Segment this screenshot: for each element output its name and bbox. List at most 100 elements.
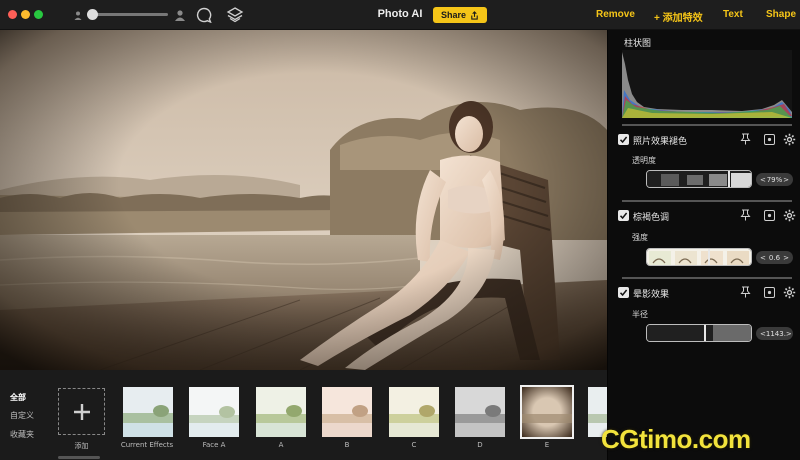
fade-effect-title: 照片效果褪色 [633, 137, 688, 147]
sepia-checkbox[interactable] [618, 210, 629, 221]
layers-icon[interactable] [226, 6, 244, 24]
histogram [622, 50, 792, 118]
share-icon [471, 10, 478, 20]
increment-icon[interactable]: > [783, 176, 789, 184]
fade-effect-header: 照片效果褪色 [618, 133, 796, 148]
preset-thumbnail[interactable] [123, 387, 173, 437]
app-title: Photo AI [377, 8, 423, 20]
radius-label: 半径 [632, 310, 648, 319]
add-preset-button[interactable] [58, 388, 105, 435]
section-divider [622, 200, 792, 202]
preset-label: D [477, 441, 483, 449]
gear-icon[interactable] [783, 209, 796, 222]
section-divider [622, 277, 792, 279]
vignette-title: 晕影效果 [633, 290, 670, 300]
increment-icon[interactable]: > [786, 330, 792, 338]
opacity-slider-handle[interactable] [728, 171, 730, 187]
gear-icon[interactable] [783, 133, 796, 146]
category-all[interactable]: 全部 [10, 392, 26, 403]
preset-thumbnail[interactable] [189, 387, 239, 437]
intensity-slider[interactable] [646, 248, 752, 266]
preset-label: Face A [202, 441, 226, 449]
chat-bubble-icon[interactable] [196, 7, 212, 23]
intensity-value-text: 0.6 [768, 253, 781, 262]
presets-scrollbar[interactable] [58, 456, 100, 459]
share-button-label: Share [440, 10, 466, 20]
category-custom[interactable]: 自定义 [10, 410, 34, 421]
vignette-header: 晕影效果 [618, 286, 796, 301]
photo-canvas[interactable] [0, 30, 607, 370]
window-minimize-button[interactable] [21, 10, 30, 19]
radius-value-text: 1143. [765, 329, 786, 338]
presets-strip: 全部 自定义 收藏夹 添加 Current Effects Face A A B… [0, 370, 607, 460]
decrement-icon[interactable]: < [760, 176, 766, 184]
preset-thumbnail[interactable] [389, 387, 439, 437]
share-button[interactable]: Share [433, 7, 487, 23]
gear-icon[interactable] [783, 286, 796, 299]
radius-slider-preview [647, 325, 751, 341]
opacity-value[interactable]: < 79% > [756, 173, 793, 186]
intensity-value[interactable]: < 0.6 > [756, 251, 793, 264]
sepia-header: 棕褐色调 [618, 209, 796, 224]
preset-preview-image [389, 387, 439, 437]
section-divider [622, 124, 792, 126]
vignette-checkbox[interactable] [618, 287, 629, 298]
preset-label: A [278, 441, 284, 449]
radius-slider[interactable] [646, 324, 752, 342]
plus-icon [74, 404, 90, 420]
zoom-slider-knob[interactable] [87, 9, 98, 20]
intensity-slider-preview [647, 249, 751, 265]
preset-preview-image [522, 387, 572, 437]
checkbox-check-icon [619, 136, 628, 144]
square-dot-icon[interactable] [764, 287, 775, 298]
watermark-text: CGtimo.com [601, 424, 751, 454]
preset-preview-image [455, 387, 505, 437]
window-close-button[interactable] [8, 10, 17, 19]
sepia-title: 棕褐色调 [633, 213, 670, 223]
opacity-value-text: 79% [766, 175, 783, 184]
preset-preview-image [189, 387, 239, 437]
intensity-label: 强度 [632, 233, 648, 242]
preset-thumbnail[interactable] [322, 387, 372, 437]
adjustments-panel: 柱状图 照片效果褪色 透明度 < 79% > 棕褐色调 强度 < 0.6 > 晕… [607, 30, 800, 460]
zoom-slider[interactable] [88, 13, 168, 16]
preset-thumbnail[interactable] [455, 387, 505, 437]
preset-label: E [544, 441, 550, 449]
preset-preview-image [123, 387, 173, 437]
pin-icon[interactable] [740, 209, 751, 221]
increment-icon[interactable]: > [783, 254, 789, 262]
pin-icon[interactable] [740, 133, 751, 145]
opacity-slider-preview [647, 171, 751, 187]
histogram-title: 柱状图 [624, 39, 652, 49]
preset-thumbnail-selected[interactable] [520, 385, 574, 439]
preset-label: C [411, 441, 417, 449]
preset-label: B [344, 441, 350, 449]
opacity-label: 透明度 [632, 156, 656, 165]
preset-preview-image [322, 387, 372, 437]
category-favorites[interactable]: 收藏夹 [10, 429, 34, 440]
text-button[interactable]: Text [723, 9, 743, 20]
checkbox-check-icon [619, 212, 628, 220]
person-large-icon [175, 10, 185, 21]
radius-slider-handle[interactable] [704, 325, 706, 341]
person-small-icon [74, 11, 82, 20]
decrement-icon[interactable]: < [760, 254, 766, 262]
radius-value[interactable]: < 1143. > [756, 327, 793, 340]
square-dot-icon[interactable] [764, 210, 775, 221]
checkbox-check-icon [619, 289, 628, 297]
fade-effect-checkbox[interactable] [618, 134, 629, 145]
opacity-slider[interactable] [646, 170, 752, 188]
pin-icon[interactable] [740, 286, 751, 298]
remove-button[interactable]: Remove [596, 9, 635, 20]
shape-button[interactable]: Shape [766, 9, 796, 20]
window-zoom-button[interactable] [34, 10, 43, 19]
edited-photo [0, 30, 607, 370]
add-preset-label: 添加 [74, 442, 89, 450]
intensity-slider-handle[interactable] [708, 249, 710, 265]
add-effect-button[interactable]: + 添加特效 [654, 9, 703, 24]
title-bar: Photo AI Share Remove + 添加特效 Text Shape [0, 0, 800, 30]
square-dot-icon[interactable] [764, 134, 775, 145]
preset-label: Current Effects [120, 441, 174, 449]
preset-preview-image [256, 387, 306, 437]
preset-thumbnail[interactable] [256, 387, 306, 437]
